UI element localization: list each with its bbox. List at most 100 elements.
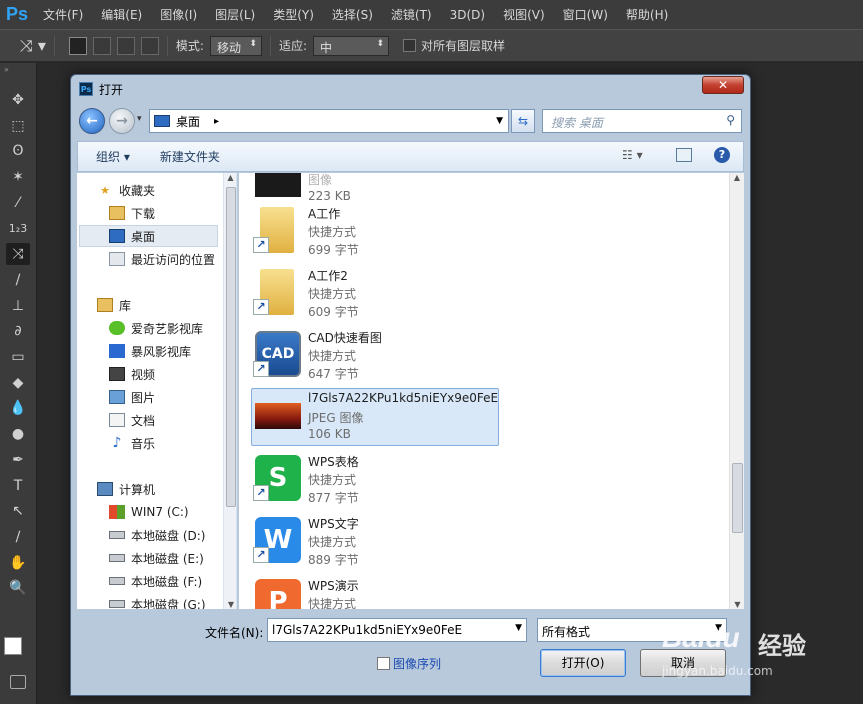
eraser-icon[interactable]: ▭ (6, 346, 30, 368)
nav-downloads[interactable]: 下载 (109, 202, 155, 224)
menu-edit[interactable]: 编辑(E) (92, 6, 151, 23)
star-icon: ★ (100, 183, 110, 197)
menu-file[interactable]: 文件(F) (34, 6, 92, 23)
hand-icon[interactable]: ✋ (6, 552, 30, 574)
nav-computer[interactable]: 计算机 (97, 478, 155, 500)
back-button[interactable]: ← (79, 108, 105, 134)
menu-select[interactable]: 选择(S) (323, 6, 382, 23)
line-icon[interactable]: ∕ (6, 526, 30, 548)
dodge-icon[interactable]: ● (6, 423, 30, 445)
paint-bucket-icon[interactable]: ◆ (6, 372, 30, 394)
nav-drive-c[interactable]: WIN7 (C:) (109, 501, 189, 523)
nav-drive-f[interactable]: 本地磁盘 (F:) (109, 570, 202, 592)
history-dropdown-icon[interactable]: ▾ (137, 114, 142, 124)
filename-input[interactable]: l7Gls7A22KPu1kd5niEYx9e0FeE ▼ (267, 618, 527, 642)
menu-view[interactable]: 视图(V) (494, 6, 554, 23)
close-button[interactable]: ✕ (702, 76, 744, 94)
documents-icon (109, 413, 125, 427)
content-aware-move-icon[interactable]: ⤨ (6, 243, 30, 266)
path-select-icon[interactable]: ↖ (6, 500, 30, 522)
nav-documents[interactable]: 文档 (109, 409, 155, 431)
help-icon[interactable]: ? (714, 147, 730, 163)
color-swatches[interactable] (4, 637, 32, 665)
file-item[interactable]: ↗ A工作 快捷方式 699 字节 (252, 203, 500, 261)
eyedropper-icon[interactable]: ⁄ (6, 192, 30, 214)
open-button[interactable]: 打开(O) (540, 649, 626, 677)
nav-scroll-down-icon[interactable]: ▼ (224, 600, 236, 609)
nav-scrollbar[interactable]: ▲ ▼ (223, 173, 236, 609)
menu-layer[interactable]: 图层(L) (206, 6, 264, 23)
menu-filter[interactable]: 滤镜(T) (382, 6, 441, 23)
nav-favorites[interactable]: ★ 收藏夹 (97, 179, 155, 201)
menu-3d[interactable]: 3D(D) (441, 8, 494, 22)
address-bar[interactable]: 桌面 ▸ ▼ (149, 109, 509, 133)
desktop-icon (109, 229, 125, 243)
breadcrumb-arrow-icon[interactable]: ▸ (214, 116, 219, 127)
file-scroll-thumb[interactable] (732, 463, 743, 533)
new-selection-button[interactable] (68, 36, 87, 55)
disk-drive-icon (109, 531, 125, 539)
file-item[interactable]: W ↗ WPS文字 快捷方式 889 字节 (252, 513, 500, 571)
refresh-button[interactable]: ⇆ (511, 109, 535, 133)
chevron-down-icon[interactable]: ▼ (515, 623, 522, 633)
foreground-color-swatch[interactable] (4, 637, 22, 655)
lasso-icon[interactable]: ʘ (6, 140, 30, 162)
brush-icon[interactable]: ∕ (6, 269, 30, 291)
nav-drive-e[interactable]: 本地磁盘 (E:) (109, 547, 204, 569)
file-item[interactable]: ↗ A工作2 快捷方式 609 字节 (252, 265, 500, 323)
nav-video[interactable]: 视频 (109, 363, 155, 385)
menu-help[interactable]: 帮助(H) (617, 6, 677, 23)
type-icon[interactable]: T (6, 475, 30, 497)
image-sequence-checkbox[interactable] (377, 657, 390, 670)
menu-window[interactable]: 窗口(W) (554, 6, 617, 23)
magic-wand-icon[interactable]: ✶ (6, 166, 30, 188)
blur-icon[interactable]: 💧 (6, 397, 30, 419)
menu-type[interactable]: 类型(Y) (264, 6, 323, 23)
tool-preset-icon[interactable]: ⤨ ▾ (20, 36, 46, 56)
zoom-icon[interactable]: 🔍 (6, 577, 30, 599)
file-item-selected[interactable]: l7Gls7A22KPu1kd5niEYx9e0FeE JPEG 图像 106 … (251, 388, 499, 446)
nav-desktop[interactable]: 桌面 (79, 225, 218, 247)
file-item[interactable]: CAD ↗ CAD快速看图 快捷方式 647 字节 (252, 327, 500, 385)
sample-all-layers-checkbox[interactable] (403, 39, 417, 52)
nav-drive-g[interactable]: 本地磁盘 (G:) (109, 593, 206, 609)
search-input[interactable]: 搜索 桌面 ⚲ (542, 109, 742, 133)
marquee-icon[interactable]: ⬚ (6, 115, 30, 137)
mode-select[interactable]: 移动 ⬍ (209, 35, 262, 56)
address-dropdown-icon[interactable]: ▼ (496, 116, 503, 126)
nav-storm[interactable]: 暴风影视库 (109, 340, 191, 362)
pen-icon[interactable]: ✒ (6, 449, 30, 471)
quick-mask-icon[interactable] (10, 675, 26, 689)
adapt-select[interactable]: 中 ⬍ (313, 35, 390, 56)
nav-recent[interactable]: 最近访问的位置 (109, 248, 215, 270)
menu-image[interactable]: 图像(I) (151, 6, 206, 23)
stamp-icon[interactable]: ⊥ (6, 295, 30, 317)
subtract-selection-button[interactable] (116, 36, 135, 55)
file-scrollbar[interactable]: ▲ ▼ (729, 173, 744, 609)
panel-grip-icon[interactable]: » (4, 65, 9, 74)
move-icon[interactable]: ✥ (6, 89, 30, 111)
forward-button[interactable]: → (109, 108, 135, 134)
file-item[interactable]: S ↗ WPS表格 快捷方式 877 字节 (252, 451, 500, 509)
ruler-count-icon[interactable]: 1₂3 (6, 218, 30, 240)
nav-library[interactable]: 库 (97, 294, 131, 316)
nav-music[interactable]: ♪ 音乐 (109, 432, 155, 454)
image-sequence-label[interactable]: 图像序列 (393, 655, 441, 672)
baidu-paw-logo: Baidu (662, 622, 740, 653)
organize-button[interactable]: 组织 ▾ (96, 148, 130, 165)
intersect-selection-button[interactable] (140, 36, 159, 55)
nav-scroll-up-icon[interactable]: ▲ (224, 173, 236, 182)
new-folder-button[interactable]: 新建文件夹 (160, 148, 220, 165)
history-brush-icon[interactable]: ∂ (6, 320, 30, 342)
file-item[interactable]: P WPS演示 快捷方式 (252, 575, 500, 609)
view-options-icon[interactable]: ☷ ▾ (622, 148, 643, 162)
file-scroll-up-icon[interactable]: ▲ (730, 173, 744, 182)
nav-scroll-thumb[interactable] (226, 187, 236, 507)
options-divider (166, 35, 168, 56)
nav-drive-d[interactable]: 本地磁盘 (D:) (109, 524, 205, 546)
add-selection-button[interactable] (92, 36, 111, 55)
pictures-icon (109, 390, 125, 404)
nav-pictures[interactable]: 图片 (109, 386, 155, 408)
preview-pane-icon[interactable] (676, 148, 692, 162)
nav-iqiyi[interactable]: 爱奇艺影视库 (109, 317, 203, 339)
